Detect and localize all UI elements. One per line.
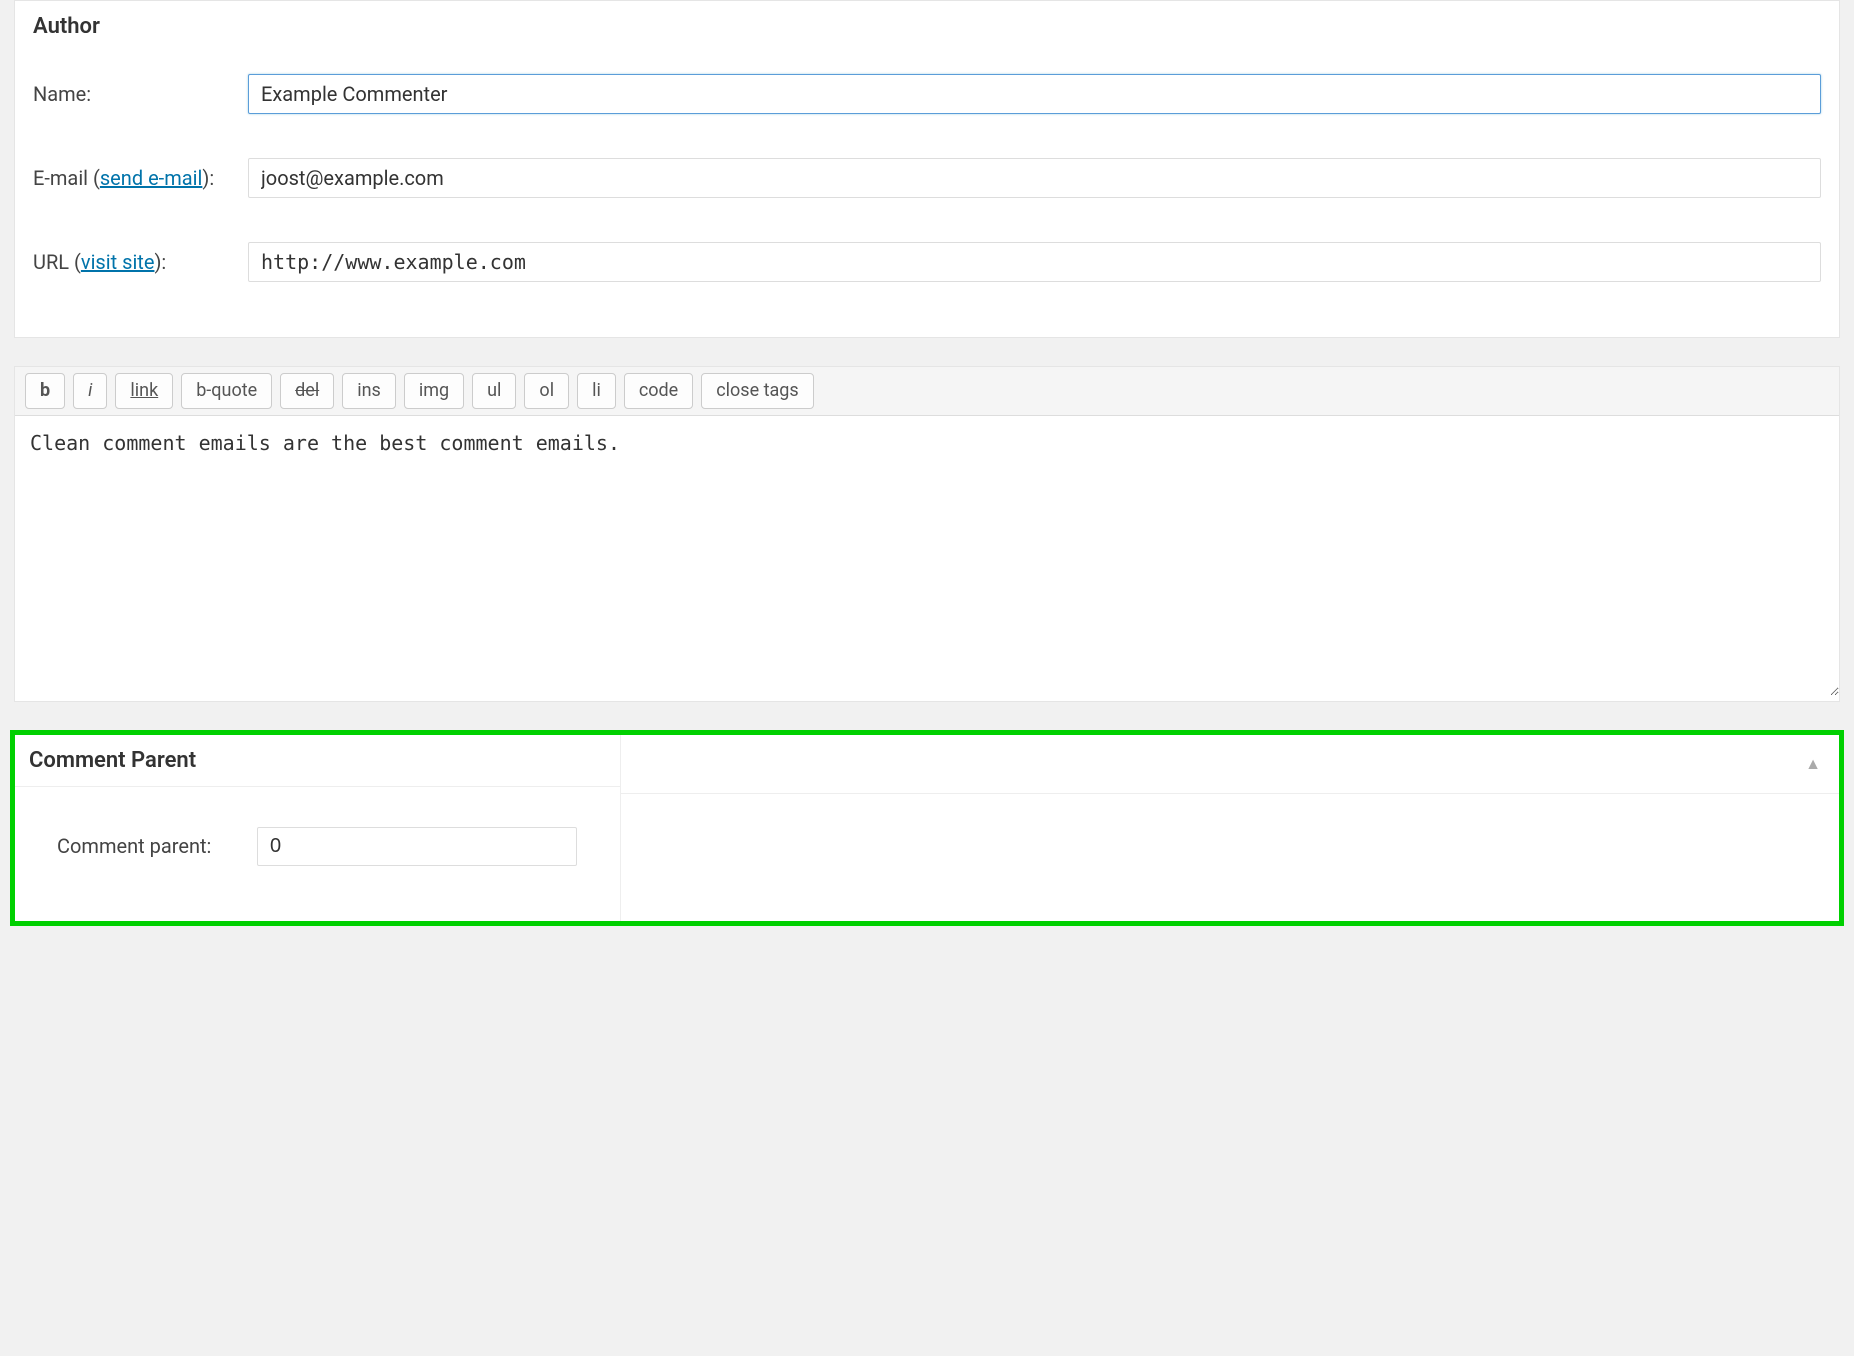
author-email-row: E-mail (send e-mail): [15,136,1839,220]
qt-ins-button[interactable]: ins [342,373,396,409]
qt-bold-button[interactable]: b [25,373,65,409]
author-url-label: URL (visit site): [33,250,248,274]
author-url-input[interactable] [248,242,1821,282]
panel-toggle-icon[interactable]: ▲ [1805,754,1821,774]
qt-ol-button[interactable]: ol [524,373,569,409]
visit-site-link[interactable]: visit site [81,250,155,274]
comment-parent-input[interactable] [257,827,577,866]
author-email-label: E-mail (send e-mail): [33,166,248,190]
author-name-input[interactable] [248,74,1821,114]
comment-parent-panel: Comment Parent Comment parent: [15,735,620,921]
author-name-row: Name: [15,52,1839,136]
send-email-link[interactable]: send e-mail [100,166,203,190]
author-name-label: Name: [33,82,248,106]
qt-link-button[interactable]: link [115,373,173,409]
comment-content-textarea[interactable] [15,416,1839,696]
author-url-row: URL (visit site): [15,220,1839,337]
author-panel: Author Name: E-mail (send e-mail): URL (… [14,0,1840,338]
qt-li-button[interactable]: li [577,373,616,409]
qt-close-button[interactable]: close tags [701,373,813,409]
qt-del-button[interactable]: del [280,373,334,409]
comment-parent-body: Comment parent: [15,787,620,921]
author-email-input[interactable] [248,158,1821,198]
qt-img-button[interactable]: img [404,373,464,409]
qt-bquote-button[interactable]: b-quote [181,373,272,409]
comment-parent-highlight: Comment Parent Comment parent: ▲ [10,730,1844,926]
comment-parent-label: Comment parent: [57,834,257,858]
comment-editor: b i link b-quote del ins img ul ol li co… [14,366,1840,702]
qt-code-button[interactable]: code [624,373,693,409]
qt-ul-button[interactable]: ul [472,373,516,409]
quicktags-toolbar: b i link b-quote del ins img ul ol li co… [15,367,1839,416]
author-panel-title: Author [15,1,1839,52]
comment-parent-title: Comment Parent [15,735,620,787]
qt-italic-button[interactable]: i [73,373,107,409]
comment-parent-right: ▲ [620,735,1839,921]
